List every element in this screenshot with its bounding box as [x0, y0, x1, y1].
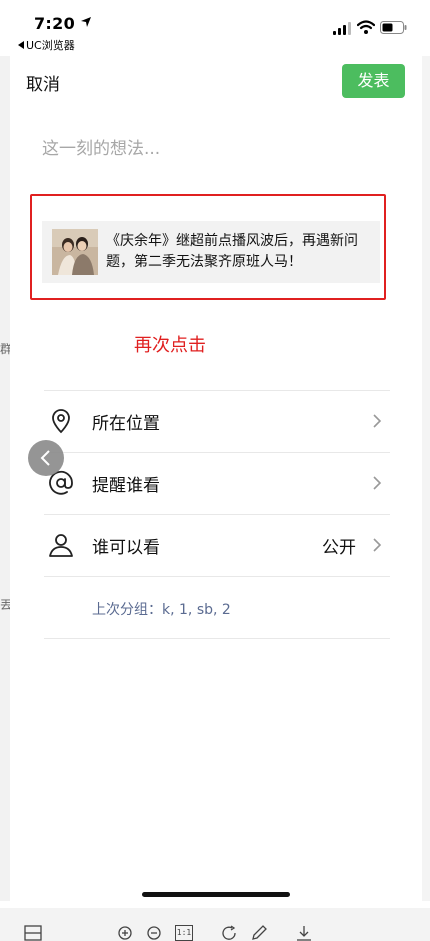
- option-visibility[interactable]: 谁可以看 公开: [44, 515, 390, 575]
- publish-button[interactable]: 发表: [342, 64, 405, 98]
- floating-back-button[interactable]: [28, 440, 64, 476]
- screen: 7:20 UC浏览器 群 丟 取消 发表 这一刻的想法... 《庆余年》继超前点…: [0, 0, 430, 941]
- divider: [44, 638, 390, 639]
- download-icon[interactable]: [295, 925, 313, 941]
- zoom-in-icon[interactable]: [117, 925, 135, 941]
- edit-icon[interactable]: [250, 925, 268, 941]
- back-to-app-link[interactable]: UC浏览器: [18, 37, 75, 53]
- annotation-highlight-box: [30, 194, 386, 300]
- option-remind[interactable]: 提醒谁看: [44, 453, 390, 513]
- grid-icon[interactable]: [24, 925, 42, 941]
- bottom-toolbar: 1:1: [0, 908, 430, 941]
- zoom-out-icon[interactable]: [146, 925, 164, 941]
- annotation-text: 再次点击: [134, 335, 206, 356]
- chevron-right-icon: [373, 414, 382, 428]
- option-label: 谁可以看: [92, 538, 160, 558]
- option-location[interactable]: 所在位置: [44, 391, 390, 451]
- rotate-icon[interactable]: [221, 925, 239, 941]
- chevron-left-icon: [40, 450, 50, 466]
- home-indicator[interactable]: [142, 892, 290, 897]
- compose-sheet: 取消 发表 这一刻的想法... 《庆余年》继超前点播风波后，再遇新问题，第二季无…: [10, 56, 422, 901]
- thought-input[interactable]: 这一刻的想法...: [42, 134, 160, 159]
- person-icon: [49, 534, 73, 557]
- actual-size-icon[interactable]: 1:1: [175, 925, 193, 941]
- cellular-signal-icon: [333, 22, 351, 35]
- location-pin-icon: [52, 409, 70, 434]
- back-app-label: UC浏览器: [26, 39, 75, 52]
- option-label: 所在位置: [92, 414, 160, 434]
- last-group-note[interactable]: 上次分组：k, 1, sb, 2: [92, 599, 231, 619]
- cancel-button[interactable]: 取消: [26, 70, 60, 95]
- battery-icon: [380, 21, 407, 34]
- back-triangle-icon: [18, 41, 24, 49]
- location-arrow-icon: [81, 17, 91, 27]
- wifi-icon: [357, 20, 375, 34]
- status-time: 7:20: [34, 14, 75, 33]
- chevron-right-icon: [373, 538, 382, 552]
- option-value: 公开: [322, 538, 356, 558]
- option-label: 提醒谁看: [92, 476, 160, 496]
- status-bar: 7:20 UC浏览器: [0, 0, 430, 56]
- chevron-right-icon: [373, 476, 382, 490]
- divider: [44, 576, 390, 577]
